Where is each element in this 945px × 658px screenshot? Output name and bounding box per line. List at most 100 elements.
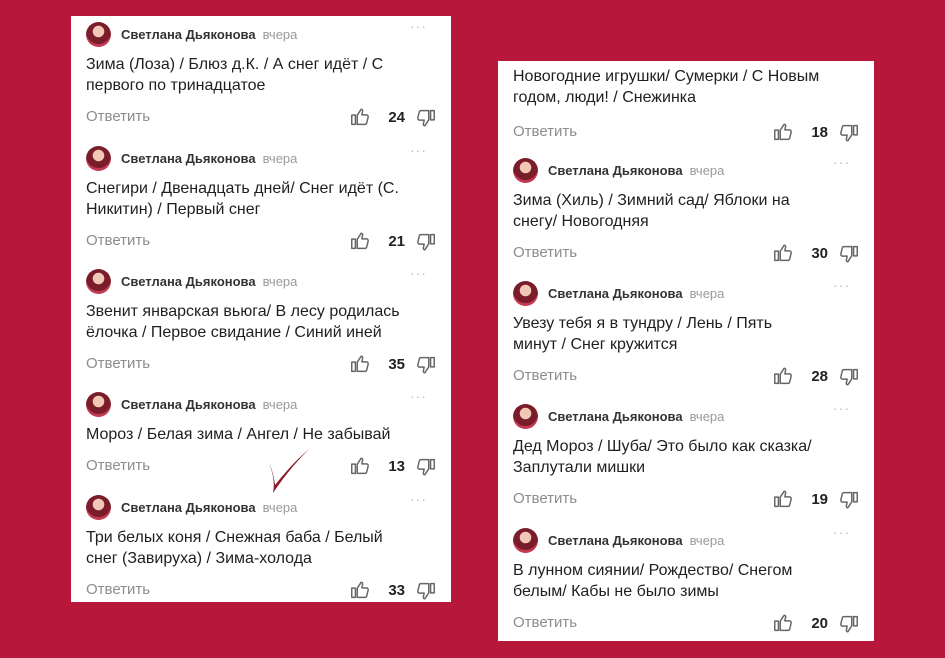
comment-text-line: минут / Снег кружится [513,336,678,353]
comment-actions: Ответить 35 [86,353,437,377]
more-options-icon[interactable]: ··· [410,388,427,404]
comment-actions: Ответить 28 [513,365,860,389]
avatar[interactable] [86,21,111,47]
comment-actions: Ответить 30 [513,242,860,266]
like-count: 28 [811,368,828,385]
comment-text-line: Мороз / Белая зима / Ангел / Не забывай [86,426,391,443]
comment-time: вчера [689,162,725,178]
comment-text-line: В лунном сиянии/ Рождество/ Снегом [513,562,793,579]
avatar[interactable] [513,157,538,183]
reply-button[interactable]: Ответить [513,614,577,631]
more-options-icon[interactable]: ··· [410,18,427,34]
reply-button[interactable]: Ответить [513,244,577,261]
thumbs-down-icon[interactable] [415,107,437,129]
like-count: 19 [811,491,828,508]
more-options-icon[interactable]: ··· [410,265,427,281]
comment-actions: Ответить 24 [86,106,437,130]
reply-button[interactable]: Ответить [513,367,577,384]
more-options-icon[interactable]: ··· [410,142,427,158]
comment-text-line: Снегири / Двенадцать дней/ Снег идёт (С. [86,180,399,197]
author-name[interactable]: Светлана Дьяконова [121,500,256,515]
comment-text: Дед Мороз / Шуба/ Это было как сказка/За… [513,436,860,478]
comment-time: вчера [689,532,725,548]
thumbs-down-icon[interactable] [415,580,437,602]
avatar[interactable] [86,494,111,520]
comment-text: Звенит январская вьюга/ В лесу родилась ё… [86,301,437,343]
comment-header: Светлана Дьяконова вчера [86,20,297,48]
thumbs-up-icon[interactable] [349,579,371,601]
avatar[interactable] [513,280,538,306]
thumbs-up-icon[interactable] [349,106,371,128]
reply-button[interactable]: Ответить [513,123,577,140]
comments-panel-left: Светлана Дьяконова вчера ··· Зима (Лоза) / … [71,16,451,602]
author-name[interactable]: Светлана Дьяконова [121,397,256,412]
author-name[interactable]: Светлана Дьяконова [121,27,256,42]
reply-button[interactable]: Ответить [86,108,150,125]
comments-panel-right: Новогодние игрушки/ Сумерки / С Новым год… [498,61,874,641]
thumbs-down-icon[interactable] [838,366,860,388]
avatar[interactable] [86,391,111,417]
more-options-icon[interactable]: ··· [833,400,850,416]
thumbs-down-icon[interactable] [415,231,437,253]
like-count: 35 [388,356,405,373]
thumbs-up-icon[interactable] [349,353,371,375]
comment-text-line: Увезу тебя я в тундру / Лень / Пять [513,315,773,332]
comment-actions: Ответить 20 [513,612,860,636]
comment-text: Увезу тебя я в тундру / Лень / Пять минут… [513,313,860,355]
comment-text-line: белым/ Кабы не было зимы [513,583,719,600]
comment-time: вчера [689,285,725,301]
author-name[interactable]: Светлана Дьяконова [121,151,256,166]
thumbs-up-icon[interactable] [772,121,794,143]
thumbs-down-icon[interactable] [415,456,437,478]
like-count: 24 [388,109,405,126]
reply-button[interactable]: Ответить [86,457,150,474]
comment-text-line: первого по тринадцатое [86,77,266,94]
comment-time: вчера [262,150,298,166]
thumbs-down-icon[interactable] [838,122,860,144]
thumbs-down-icon[interactable] [838,489,860,511]
comment-text: Снегири / Двенадцать дней/ Снег идёт (С.… [86,178,437,220]
thumbs-down-icon[interactable] [415,354,437,376]
more-options-icon[interactable]: ··· [410,491,427,507]
thumbs-up-icon[interactable] [349,230,371,252]
comment-time: вчера [689,408,725,424]
author-name[interactable]: Светлана Дьяконова [548,533,683,548]
author-name[interactable]: Светлана Дьяконова [548,286,683,301]
comment-header: Светлана Дьяконова вчера [513,279,724,307]
thumbs-down-icon[interactable] [838,243,860,265]
comment-actions: Ответить 19 [513,488,860,512]
comment-text-line: Заплутали мишки [513,459,646,476]
like-count: 13 [388,458,405,475]
comment-header: Светлана Дьяконова вчера [86,390,297,418]
reply-button[interactable]: Ответить [513,490,577,507]
like-count: 18 [811,124,828,141]
author-name[interactable]: Светлана Дьяконова [121,274,256,289]
comment-actions: Ответить 33 [86,579,437,603]
comment-text: Новогодние игрушки/ Сумерки / С Новым год… [513,66,860,108]
comment-text-line: ёлочка / Первое свидание / Синий иней [86,324,382,341]
thumbs-up-icon[interactable] [349,455,371,477]
thumbs-up-icon[interactable] [772,612,794,634]
avatar[interactable] [86,268,111,294]
comment-text-line: Новогодние игрушки/ Сумерки / С Новым [513,68,820,85]
avatar[interactable] [86,145,111,171]
comment-text-line: снегу/ Новогодняя [513,213,649,230]
thumbs-up-icon[interactable] [772,488,794,510]
reply-button[interactable]: Ответить [86,355,150,372]
reply-button[interactable]: Ответить [86,232,150,249]
comment-actions: Ответить 18 [513,121,860,145]
comment-actions: Ответить 21 [86,230,437,254]
more-options-icon[interactable]: ··· [833,154,850,170]
thumbs-up-icon[interactable] [772,365,794,387]
more-options-icon[interactable]: ··· [833,277,850,293]
handwritten-checkmark-icon [269,449,309,493]
more-options-icon[interactable]: ··· [833,524,850,540]
author-name[interactable]: Светлана Дьяконова [548,409,683,424]
avatar[interactable] [513,527,538,553]
thumbs-down-icon[interactable] [838,613,860,635]
author-name[interactable]: Светлана Дьяконова [548,163,683,178]
avatar[interactable] [513,403,538,429]
comment-time: вчера [262,396,298,412]
reply-button[interactable]: Ответить [86,581,150,598]
thumbs-up-icon[interactable] [772,242,794,264]
